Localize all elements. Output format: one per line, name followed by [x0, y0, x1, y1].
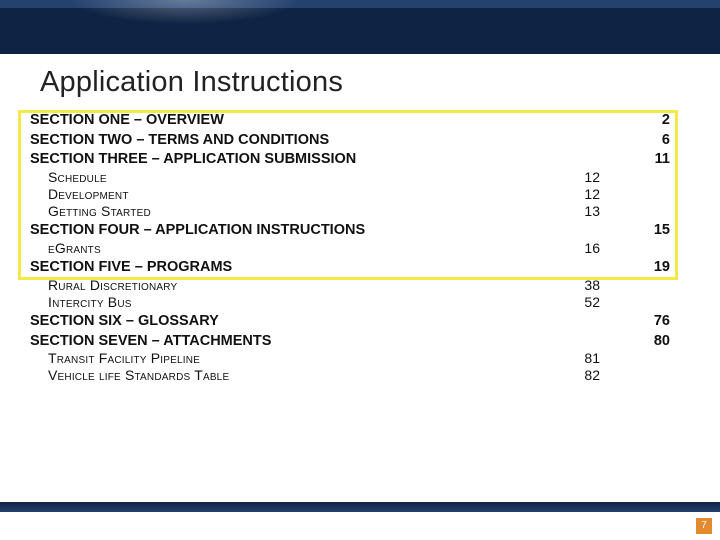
sub-label: Getting Started [48, 203, 560, 220]
sub-label: Schedule [48, 169, 560, 186]
sub-label: Rural Discretionary [48, 277, 560, 294]
toc-sub: Development 12 [48, 186, 670, 203]
section-page: 80 [600, 333, 670, 351]
toc-section: SECTION FOUR – APPLICATION INSTRUCTIONS … [30, 222, 670, 240]
sub-page: 81 [560, 350, 600, 367]
toc: SECTION ONE – OVERVIEW 2 SECTION TWO – T… [30, 110, 670, 384]
toc-sub: Schedule 12 [48, 169, 670, 186]
section-page: 76 [600, 313, 670, 331]
sub-label: Transit Facility Pipeline [48, 350, 560, 367]
section-page: 2 [600, 112, 670, 130]
page-number-badge: 7 [696, 518, 712, 534]
toc-sub: Getting Started 13 [48, 203, 670, 220]
toc-section: SECTION SIX – GLOSSARY 76 [30, 313, 670, 331]
toc-sub: eGrants 16 [48, 240, 670, 257]
section-label: SECTION THREE – APPLICATION SUBMISSION [30, 151, 600, 169]
toc-sub: Intercity Bus 52 [48, 294, 670, 311]
page-title: Application Instructions [40, 66, 343, 99]
toc-sub: Transit Facility Pipeline 81 [48, 350, 670, 367]
toc-section: SECTION THREE – APPLICATION SUBMISSION 1… [30, 151, 670, 169]
section-label: SECTION SIX – GLOSSARY [30, 313, 600, 331]
section-page: 15 [600, 222, 670, 240]
toc-section: SECTION FIVE – PROGRAMS 19 [30, 259, 670, 277]
sub-label: Development [48, 186, 560, 203]
sub-page: 12 [560, 186, 600, 203]
section-label: SECTION FOUR – APPLICATION INSTRUCTIONS [30, 222, 600, 240]
toc-section: SECTION TWO – TERMS AND CONDITIONS 6 [30, 132, 670, 150]
toc-sub: Rural Discretionary 38 [48, 277, 670, 294]
sub-page: 82 [560, 367, 600, 384]
section-label: SECTION SEVEN – ATTACHMENTS [30, 333, 600, 351]
sub-label: eGrants [48, 240, 560, 257]
top-band [0, 0, 720, 54]
slide: Application Instructions SECTION ONE – O… [0, 0, 720, 540]
toc-section: SECTION SEVEN – ATTACHMENTS 80 [30, 333, 670, 351]
section-page: 6 [600, 132, 670, 150]
toc-section: SECTION ONE – OVERVIEW 2 [30, 112, 670, 130]
sub-page: 38 [560, 277, 600, 294]
section-page: 19 [600, 259, 670, 277]
toc-sub: Vehicle life Standards Table 82 [48, 367, 670, 384]
section-page: 11 [600, 151, 670, 169]
section-label: SECTION FIVE – PROGRAMS [30, 259, 600, 277]
sub-page: 16 [560, 240, 600, 257]
bottom-band [0, 502, 720, 512]
section-label: SECTION TWO – TERMS AND CONDITIONS [30, 132, 600, 150]
sub-page: 13 [560, 203, 600, 220]
sub-label: Intercity Bus [48, 294, 560, 311]
sub-page: 52 [560, 294, 600, 311]
sub-label: Vehicle life Standards Table [48, 367, 560, 384]
section-label: SECTION ONE – OVERVIEW [30, 112, 600, 130]
sub-page: 12 [560, 169, 600, 186]
